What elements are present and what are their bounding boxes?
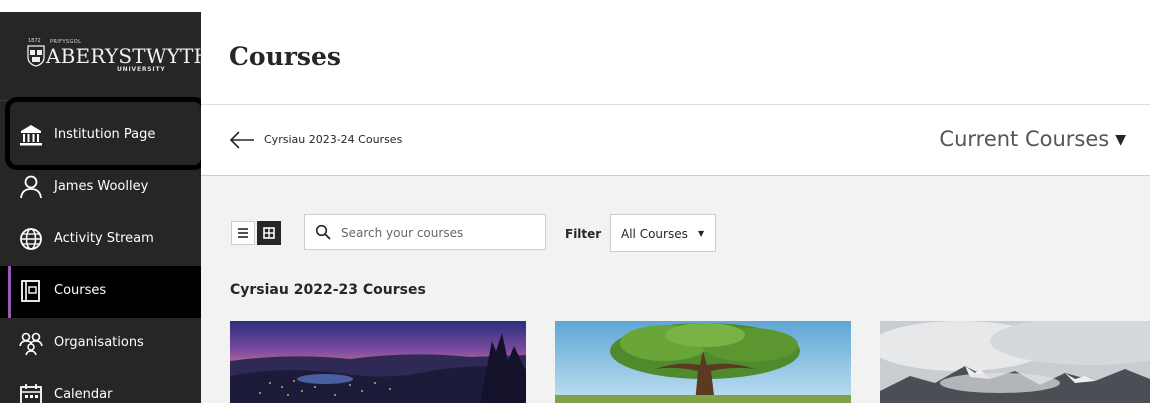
- filter-select[interactable]: All Courses ▼: [610, 214, 716, 252]
- term-dropdown-label: Current Courses: [939, 127, 1110, 151]
- course-thumbnail: [880, 321, 1150, 403]
- course-term-bar: Cyrsiau 2023-24 Courses Current Courses ▼: [201, 105, 1150, 176]
- search-icon: [315, 224, 331, 240]
- sidebar-item-courses[interactable]: Courses: [0, 266, 201, 318]
- sidebar: 1872 PRIFYSGOL ABERYSTWYTH UNIVERSITY In…: [0, 12, 211, 403]
- page-header: Courses: [201, 12, 1150, 105]
- courses-icon: [21, 280, 40, 302]
- sidebar-item-label: Courses: [54, 283, 107, 298]
- logo-name: ABERYSTWYTH: [46, 44, 212, 68]
- filter-label: Filter: [565, 227, 602, 241]
- breadcrumb[interactable]: Cyrsiau 2023-24 Courses: [264, 133, 402, 146]
- logo-sub: UNIVERSITY: [117, 66, 166, 73]
- page-title: Courses: [229, 42, 341, 71]
- organisations-icon: [19, 332, 43, 356]
- sidebar-item-activity-stream[interactable]: Activity Stream: [0, 214, 201, 266]
- search-input[interactable]: [339, 221, 539, 245]
- course-search: [304, 214, 546, 250]
- chevron-down-icon: ▼: [1115, 132, 1126, 148]
- course-group-title: Cyrsiau 2022-23 Courses: [230, 282, 426, 298]
- course-thumbnail: [555, 321, 851, 403]
- user-icon: [20, 175, 42, 199]
- grid-icon: [263, 227, 275, 239]
- list-icon: [238, 228, 248, 238]
- sidebar-item-calendar[interactable]: Calendar: [0, 370, 201, 403]
- app-frame: 1872 PRIFYSGOL ABERYSTWYTH UNIVERSITY In…: [0, 0, 1150, 403]
- courses-content: Filter All Courses ▼ Cyrsiau 2022-23 Cou…: [201, 176, 1150, 403]
- list-view-button[interactable]: [231, 221, 255, 245]
- sidebar-item-label: Calendar: [54, 387, 113, 402]
- course-card-image[interactable]: [230, 321, 526, 403]
- course-card-image[interactable]: [880, 321, 1150, 403]
- logo-year: 1872: [28, 38, 41, 44]
- grid-view-button[interactable]: [257, 221, 281, 245]
- sidebar-item-label: James Woolley: [54, 179, 149, 194]
- term-dropdown[interactable]: Current Courses ▼: [939, 127, 1126, 151]
- sidebar-item-organisations[interactable]: Organisations: [0, 318, 201, 370]
- course-card-image[interactable]: [555, 321, 851, 403]
- chevron-down-icon: ▼: [698, 229, 705, 238]
- university-logo[interactable]: 1872 PRIFYSGOL ABERYSTWYTH UNIVERSITY: [0, 12, 211, 101]
- calendar-icon: [20, 384, 42, 403]
- back-arrow-icon[interactable]: [229, 130, 255, 150]
- sidebar-item-label: Activity Stream: [54, 231, 154, 246]
- course-thumbnail: [230, 321, 526, 403]
- view-toggle: [231, 221, 283, 245]
- globe-icon: [20, 228, 42, 250]
- highlight-annotation: [5, 97, 206, 170]
- filter-select-value: All Courses: [621, 227, 688, 241]
- sidebar-item-label: Organisations: [54, 335, 144, 350]
- crest-icon: [27, 45, 45, 67]
